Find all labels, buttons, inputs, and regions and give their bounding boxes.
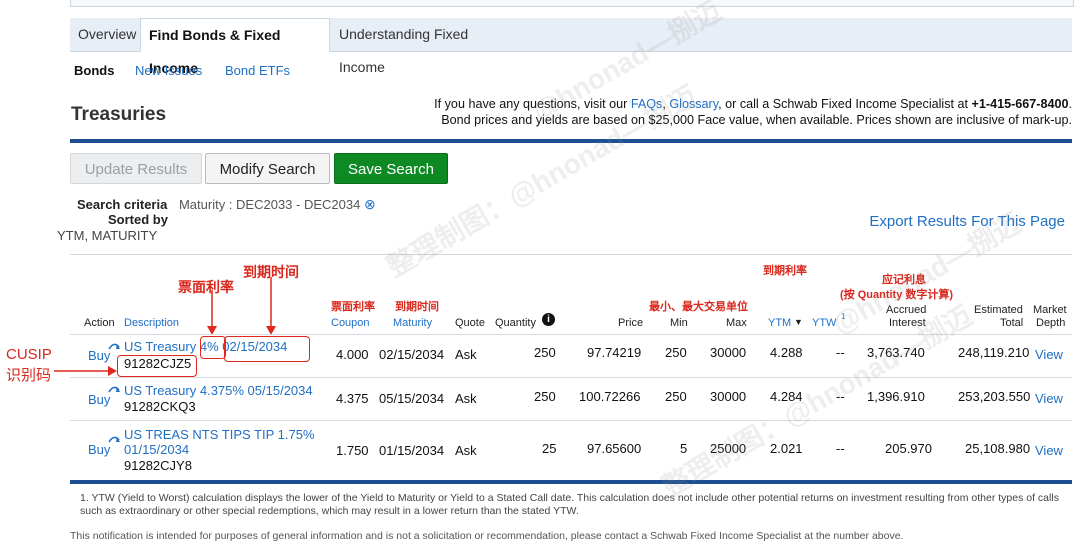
clear-criteria-icon[interactable]: ⊗ — [364, 196, 376, 212]
tab-bar: Overview Find Bonds & Fixed Income Under… — [70, 18, 1072, 76]
tab-find-bonds[interactable]: Find Bonds & Fixed Income — [140, 18, 330, 76]
market-depth-view-link[interactable]: View — [1035, 391, 1063, 406]
cusip: 91282CKQ3 — [124, 399, 196, 414]
header-estimated-2: Total — [1000, 317, 1024, 329]
subnav-bond-etfs[interactable]: Bond ETFs — [225, 63, 290, 78]
help-text: If you have any questions, visit our FAQ… — [352, 96, 1072, 128]
sorted-by-value: YTM, MATURITY — [57, 228, 158, 243]
bond-description-link[interactable]: US TREAS NTS TIPS TIP 1.75% — [124, 427, 315, 442]
header-quantity: Quantity — [495, 317, 536, 329]
header-ytm[interactable]: YTM — [768, 317, 791, 329]
annotation-box-date — [224, 336, 310, 362]
tab-overview[interactable]: Overview — [70, 18, 140, 51]
search-criteria-label: Search criteria — [77, 197, 168, 212]
quote-value: Ask — [455, 391, 477, 406]
accrued-value: 1,396.910 — [867, 389, 925, 404]
top-panel-border — [70, 0, 1074, 7]
header-maturity[interactable]: Maturity — [393, 317, 432, 329]
price-value: 100.72266 — [579, 389, 641, 404]
price-value: 97.65600 — [587, 441, 642, 456]
header-min: Min — [670, 317, 688, 329]
table-bottom-divider — [70, 480, 1072, 484]
total-value: 25,108.980 — [965, 441, 1031, 456]
help-text-2: , or call a Schwab Fixed Income Speciali… — [718, 97, 972, 111]
header-action: Action — [84, 317, 115, 329]
header-quote: Quote — [455, 317, 485, 329]
ytm-value: 4.288 — [770, 345, 803, 360]
modify-search-button[interactable]: Modify Search — [205, 153, 330, 184]
header-price: Price — [618, 317, 644, 329]
header-market-1: Market — [1033, 304, 1067, 316]
quantity-value: 250 — [534, 389, 556, 404]
help-period: . — [1068, 97, 1073, 111]
header-estimated-1: Estimated — [974, 304, 1023, 316]
price-note: Bond prices and yields are based on $25,… — [441, 113, 1072, 127]
search-criteria: Search criteria Maturity : DEC2033 - DEC… — [77, 196, 376, 213]
ytw-footnote: 1. YTW (Yield to Worst) calculation disp… — [80, 492, 1059, 517]
refresh-icon — [108, 343, 120, 350]
quantity-value: 25 — [542, 441, 557, 456]
buy-link[interactable]: Buy — [88, 392, 110, 407]
phone-number: +1-415-667-8400 — [971, 97, 1069, 111]
save-search-button[interactable]: Save Search — [334, 153, 448, 184]
bond-description-date[interactable]: 01/15/2034 — [124, 442, 189, 457]
maturity-value: 02/15/2034 — [379, 347, 445, 362]
annotation-box-rate — [200, 336, 226, 359]
table-row: Buy US Treasury 4.375% 05/15/2034 91282C… — [70, 378, 1072, 420]
subnav-bonds[interactable]: Bonds — [74, 63, 114, 78]
search-criteria-value: Maturity : DEC2033 - DEC2034 — [178, 197, 361, 212]
header-description[interactable]: Description — [124, 317, 179, 329]
page-title: Treasuries — [71, 104, 167, 125]
quantity-value: 250 — [534, 345, 556, 360]
sorted-by-label: Sorted by — [108, 212, 168, 227]
table-row: Buy US TREAS NTS TIPS TIP 1.75% 01/15/20… — [70, 421, 1072, 479]
min-value: 250 — [665, 345, 687, 360]
header-coupon[interactable]: Coupon — [331, 317, 370, 329]
price-value: 97.74219 — [587, 345, 642, 360]
coupon-value: 4.375 — [336, 391, 369, 406]
bond-name[interactable]: US Treasury — [124, 339, 196, 354]
total-value: 253,203.550 — [958, 389, 1031, 404]
buy-link[interactable]: Buy — [88, 442, 110, 457]
info-icon[interactable]: i — [542, 313, 555, 326]
coupon-value: 4.000 — [336, 347, 369, 362]
sort-desc-icon[interactable]: ▼ — [794, 317, 803, 327]
header-market-2: Depth — [1036, 317, 1066, 329]
annotation-ytm: 到期利率 — [763, 265, 807, 277]
update-results-button[interactable]: Update Results — [70, 153, 202, 184]
disclaimer-text: This notification is intended for purpos… — [70, 530, 904, 542]
max-value: 30000 — [710, 389, 747, 404]
ytw-value: -- — [836, 345, 845, 360]
min-value: 250 — [665, 389, 687, 404]
accrued-value: 205.970 — [885, 441, 932, 456]
market-depth-view-link[interactable]: View — [1035, 347, 1063, 362]
cusip: 91282CJY8 — [124, 458, 192, 473]
annotation-box-cusip — [117, 355, 197, 377]
header-max: Max — [726, 317, 747, 329]
market-depth-view-link[interactable]: View — [1035, 443, 1063, 458]
ytw-value: -- — [836, 441, 845, 456]
refresh-icon — [108, 386, 120, 393]
maturity-value: 01/15/2034 — [379, 443, 445, 458]
quote-value: Ask — [455, 347, 477, 362]
tab-understanding-fixed-income[interactable]: Understanding Fixed Income — [331, 18, 521, 75]
quote-value: Ask — [455, 443, 477, 458]
maturity-value: 05/15/2034 — [379, 391, 445, 406]
bond-description-link[interactable]: US Treasury 4.375% 05/15/2034 — [124, 383, 313, 398]
total-value: 248,119.210 — [958, 345, 1030, 360]
coupon-value: 1.750 — [336, 443, 369, 458]
max-value: 30000 — [710, 345, 747, 360]
subnav-new-issues[interactable]: New Issues — [135, 63, 202, 78]
refresh-icon — [108, 436, 120, 443]
